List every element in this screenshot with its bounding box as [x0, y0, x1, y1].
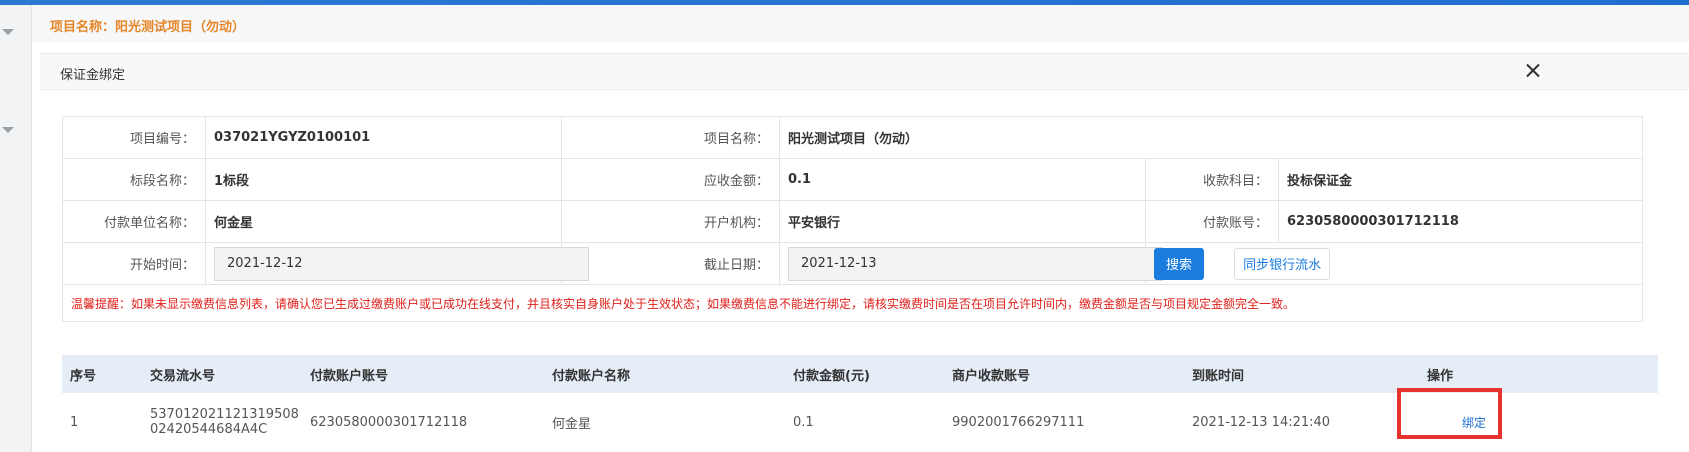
column-header: 序号 — [62, 355, 142, 393]
column-header: 交易流水号 — [142, 355, 302, 393]
start-time-cell — [205, 242, 589, 285]
form-row: 温馨提醒：如果未显示缴费信息列表，请确认您已生成过缴费账户或已成功在线支付，并且… — [61, 284, 1644, 322]
section-name-label: 标段名称： — [62, 158, 206, 201]
warm-tip: 温馨提醒：如果未显示缴费信息列表，请确认您已生成过缴费账户或已成功在线支付，并且… — [61, 284, 1644, 322]
form-row: 项目编号： 037021YGYZ0100101 项目名称： 阳光测试项目（勿动） — [62, 116, 1644, 159]
row-merchant-account: 9902001766297111 — [944, 393, 1184, 452]
chevron-down-icon[interactable] — [2, 127, 14, 133]
bank-value: 平安银行 — [779, 200, 1146, 243]
section-name-value: 1标段 — [205, 158, 562, 201]
end-date-input[interactable] — [788, 246, 1163, 281]
receivable-amount-label: 应收金额： — [561, 158, 780, 201]
receipt-subject-label: 收款科目： — [1145, 158, 1279, 201]
close-icon[interactable] — [1522, 60, 1544, 82]
form-row: 标段名称： 1标段 应收金额： 0.1 收款科目： 投标保证金 — [62, 158, 1644, 201]
start-time-input[interactable] — [214, 246, 589, 281]
action-buttons-cell: 搜索 同步银行流水 — [1144, 242, 1644, 285]
serial-line-1: 537012021121319508 — [150, 407, 299, 423]
form-row: 付款单位名称： 何金星 开户机构： 平安银行 付款账号： 62305800003… — [62, 200, 1644, 243]
bank-label: 开户机构： — [561, 200, 780, 243]
column-header: 付款账户名称 — [544, 355, 785, 393]
payer-name-value: 何金星 — [205, 200, 562, 243]
column-header: 操作 — [1419, 355, 1658, 393]
column-header: 付款账户账号 — [302, 355, 544, 393]
serial-line-2: 02420544684A4C — [150, 422, 268, 438]
project-header-bar — [32, 5, 1689, 43]
receivable-amount-value: 0.1 — [779, 158, 1146, 201]
project-info-form: 项目编号： 037021YGYZ0100101 项目名称： 阳光测试项目（勿动）… — [61, 116, 1644, 322]
project-name-label: 项目名称： — [561, 116, 780, 159]
project-code-label: 项目编号： — [62, 116, 206, 159]
end-date-cell — [779, 242, 1163, 285]
dialog-title: 保证金绑定 — [60, 68, 126, 83]
row-pay-account: 6230580000301712118 — [302, 393, 544, 452]
project-code-value: 037021YGYZ0100101 — [205, 116, 562, 159]
column-header: 商户收款账号 — [944, 355, 1184, 393]
payer-account-value: 6230580000301712118 — [1277, 200, 1644, 243]
table-header-row: 序号 交易流水号 付款账户账号 付款账户名称 付款金额(元) 商户收款账号 到账… — [62, 355, 1658, 393]
dialog-header: 保证金绑定 — [40, 54, 1689, 90]
column-header: 付款金额(元) — [785, 355, 944, 393]
end-date-label: 截止日期： — [561, 242, 780, 285]
payment-list-table: 序号 交易流水号 付款账户账号 付款账户名称 付款金额(元) 商户收款账号 到账… — [62, 355, 1658, 452]
project-title: 项目名称：阳光测试项目（勿动） — [50, 20, 246, 35]
chevron-down-icon[interactable] — [2, 29, 14, 35]
bind-link[interactable]: 绑定 — [1462, 414, 1486, 431]
form-row: 开始时间： 截止日期： 搜索 同步银行流水 — [62, 242, 1644, 285]
row-serial-number: 537012021121319508 02420544684A4C — [142, 393, 302, 452]
payer-account-label: 付款账号： — [1145, 200, 1279, 243]
column-header: 到账时间 — [1184, 355, 1419, 393]
row-index: 1 — [62, 393, 142, 452]
payer-name-label: 付款单位名称： — [62, 200, 206, 243]
row-action-cell: 绑定 — [1419, 393, 1658, 452]
table-row: 1 537012021121319508 02420544684A4C 6230… — [62, 393, 1658, 452]
project-name-value: 阳光测试项目（勿动） — [778, 116, 1644, 159]
row-pay-name: 何金星 — [544, 393, 785, 452]
receipt-subject-value: 投标保证金 — [1277, 158, 1644, 201]
start-time-label: 开始时间： — [62, 242, 206, 285]
row-amount: 0.1 — [785, 393, 944, 452]
row-arrival-time: 2021-12-13 14:21:40 — [1184, 393, 1419, 452]
left-sidebar-strip — [0, 5, 32, 452]
search-button[interactable]: 搜索 — [1154, 247, 1205, 280]
sync-bank-flow-button[interactable]: 同步银行流水 — [1234, 247, 1331, 280]
